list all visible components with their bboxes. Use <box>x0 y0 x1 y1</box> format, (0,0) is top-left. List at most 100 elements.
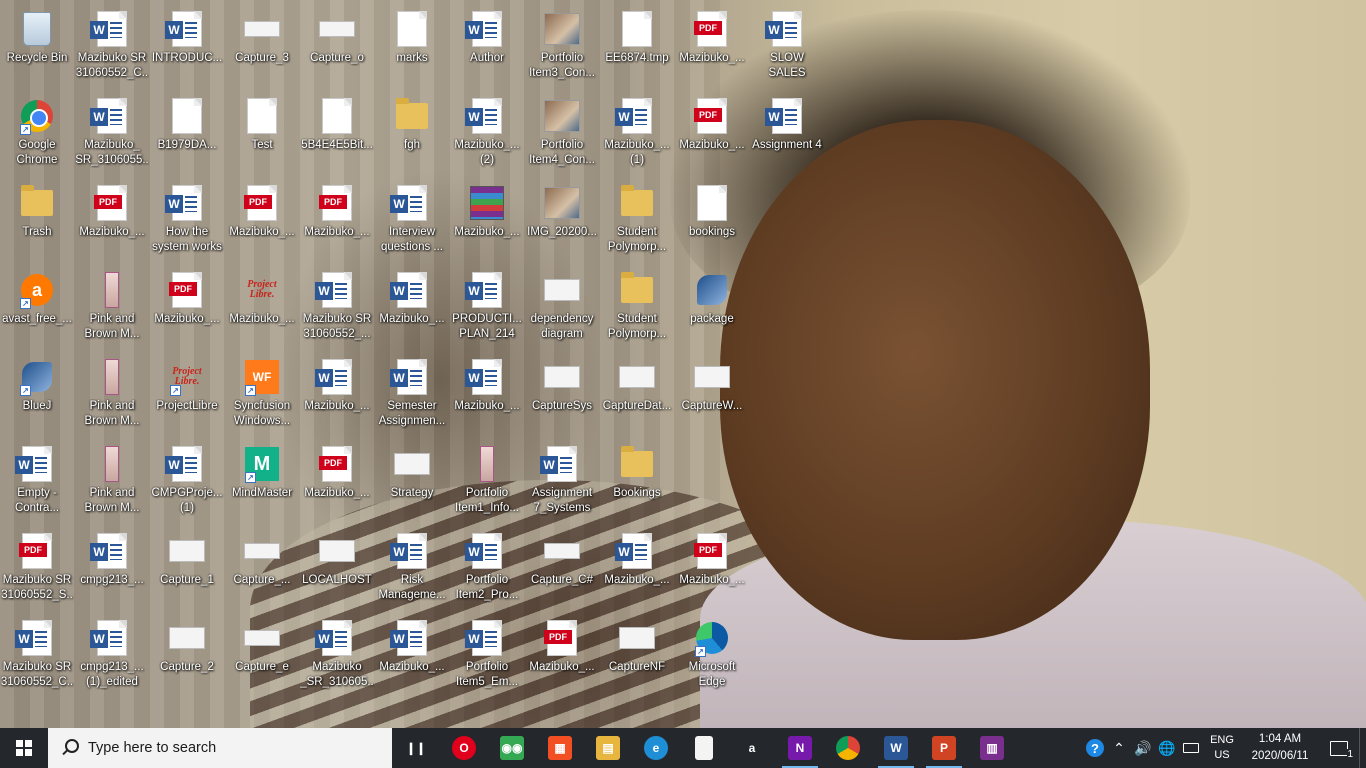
desktop-icon[interactable]: W Mazibuko _SR_310605... <box>300 613 374 699</box>
desktop-icon[interactable]: W Mazibuko SR 31060552_C... <box>0 613 74 699</box>
desktop-icon[interactable]: W INTRODUC... <box>150 4 224 90</box>
desktop-icon[interactable]: M ↗ MindMaster <box>225 439 299 525</box>
desktop-icon[interactable]: Trash <box>0 178 74 264</box>
desktop-icon[interactable]: a ↗ avast_free_... <box>0 265 74 351</box>
desktop-icon[interactable]: Wcmpg213_... (1)_edited <box>75 613 149 699</box>
desktop-icon[interactable]: PDF Mazibuko_... <box>225 178 299 264</box>
desktop-icon[interactable]: EE6874.tmp <box>600 4 674 90</box>
desktop-icon[interactable]: Capture_o <box>300 4 374 90</box>
taskbar-app-button[interactable] <box>824 728 872 768</box>
desktop-icon[interactable]: W Portfolio Item2_Pro... <box>450 526 524 612</box>
desktop-icon[interactable]: W Assignment 4 <box>750 91 824 177</box>
desktop-icon[interactable]: Capture_... <box>225 526 299 612</box>
battery-icon[interactable] <box>1179 728 1203 768</box>
taskbar-app-button[interactable]: a <box>728 728 776 768</box>
desktop-icon[interactable]: CaptureW... <box>675 352 749 438</box>
desktop-icon[interactable]: Mazibuko_... <box>450 178 524 264</box>
desktop-icon[interactable]: Capture_1 <box>150 526 224 612</box>
desktop-icon[interactable]: W Mazibuko_... (2) <box>450 91 524 177</box>
desktop-icon[interactable]: Capture_e <box>225 613 299 699</box>
desktop-icon[interactable]: Portfolio Item3_Con... <box>525 4 599 90</box>
desktop-icon[interactable]: Strategy <box>375 439 449 525</box>
desktop-icon[interactable]: PDF Mazibuko_... <box>300 178 374 264</box>
desktop-icon[interactable]: PDF Mazibuko_... <box>675 91 749 177</box>
desktop-icon[interactable]: CaptureNF <box>600 613 674 699</box>
desktop-icon[interactable]: fgh <box>375 91 449 177</box>
taskbar-app-button[interactable] <box>680 728 728 768</box>
taskbar-search-box[interactable]: Type here to search <box>48 728 392 768</box>
desktop-icon[interactable]: Test <box>225 91 299 177</box>
desktop-icon[interactable]: W Mazibuko_... <box>600 526 674 612</box>
desktop-icon[interactable]: marks <box>375 4 449 90</box>
desktop-icon[interactable]: CaptureSys <box>525 352 599 438</box>
desktop-icon[interactable]: W Mazibuko_... <box>300 352 374 438</box>
show-hidden-icons-chevron-icon[interactable]: ⌃ <box>1107 728 1131 768</box>
desktop-icon[interactable]: Pink and Brown M... <box>75 265 149 351</box>
desktop-icon[interactable]: Student Polymorp... <box>600 265 674 351</box>
taskbar-app-button[interactable]: ▥ <box>968 728 1016 768</box>
desktop-icon[interactable]: package <box>675 265 749 351</box>
desktop-icon[interactable]: W Mazibuko SR 31060552_C... <box>75 4 149 90</box>
desktop-icon[interactable]: Project Libre. ↗ ProjectLibre <box>150 352 224 438</box>
desktop-icon[interactable]: Student Polymorp... <box>600 178 674 264</box>
desktop-icon[interactable]: W How the system works <box>150 178 224 264</box>
desktop-icon[interactable]: Portfolio Item1_Info... <box>450 439 524 525</box>
desktop-icon[interactable]: W Risk Manageme... <box>375 526 449 612</box>
desktop-icon[interactable]: 5B4E4E5Bit... <box>300 91 374 177</box>
volume-icon[interactable]: 🔊 <box>1131 728 1155 768</box>
taskbar-app-button[interactable]: P <box>920 728 968 768</box>
desktop-icon[interactable]: IMG_20200... <box>525 178 599 264</box>
desktop-icon[interactable]: bookings <box>675 178 749 264</box>
desktop-icon[interactable]: W Mazibuko_... (1) <box>600 91 674 177</box>
desktop-icon[interactable]: CaptureDat... <box>600 352 674 438</box>
taskbar-clock[interactable]: 1:04 AM 2020/06/11 <box>1241 731 1319 765</box>
action-center-button[interactable]: 1 <box>1319 728 1359 768</box>
desktop-icon[interactable]: W Semester Assignmen... <box>375 352 449 438</box>
desktop-icon[interactable]: W Mazibuko_ SR_3106055... <box>75 91 149 177</box>
desktop-icon[interactable]: ↗ Microsoft Edge <box>675 613 749 699</box>
desktop-icon[interactable]: ↗ BlueJ <box>0 352 74 438</box>
desktop-icon[interactable]: Pink and Brown M... <box>75 439 149 525</box>
input-language-indicator[interactable]: ENG US <box>1203 733 1241 763</box>
desktop-icon[interactable]: Recycle Bin <box>0 4 74 90</box>
desktop-icon[interactable]: PDF Mazibuko_... <box>300 439 374 525</box>
taskbar-app-button[interactable]: N <box>776 728 824 768</box>
desktop-icon[interactable]: PDF Mazibuko_... <box>150 265 224 351</box>
desktop-icon[interactable]: W Assignment 7_Systems <box>525 439 599 525</box>
help-icon[interactable]: ? <box>1083 728 1107 768</box>
taskbar-app-button[interactable]: ▦ <box>536 728 584 768</box>
desktop-icon[interactable]: W Portfolio Item5_Em... <box>450 613 524 699</box>
taskbar-app-button[interactable]: ▤ <box>584 728 632 768</box>
desktop-icon[interactable]: W Mazibuko_... <box>375 265 449 351</box>
desktop-icon[interactable]: W SLOW SALES <box>750 4 824 90</box>
show-desktop-button[interactable] <box>1359 728 1366 768</box>
desktop-icon[interactable]: Pink and Brown M... <box>75 352 149 438</box>
desktop-icon[interactable]: W Mazibuko_... <box>375 613 449 699</box>
desktop-icon[interactable]: B1979DA... <box>150 91 224 177</box>
desktop-icon[interactable]: PDF Mazibuko_... <box>675 526 749 612</box>
desktop-icon[interactable]: dependency diagram <box>525 265 599 351</box>
taskbar-app-button[interactable]: ◉◉ <box>488 728 536 768</box>
desktop-icon[interactable]: W Author <box>450 4 524 90</box>
desktop-background[interactable]: Recycle Bin ↗ Google Chrome Trash a ↗ avast_fr… <box>0 0 1366 728</box>
desktop-icon[interactable]: W CMPGProje... (1) <box>150 439 224 525</box>
desktop-icon[interactable]: PDF Mazibuko_... <box>525 613 599 699</box>
desktop-icon[interactable]: W Interview questions ... <box>375 178 449 264</box>
taskbar-app-button[interactable]: W <box>872 728 920 768</box>
desktop-icon[interactable]: Project Libre. Mazibuko_... <box>225 265 299 351</box>
desktop-icon[interactable]: PDF Mazibuko_... <box>75 178 149 264</box>
desktop-icon[interactable]: ↗ Google Chrome <box>0 91 74 177</box>
desktop-icon[interactable]: Wcmpg213_... <box>75 526 149 612</box>
taskbar-app-button[interactable]: O <box>440 728 488 768</box>
network-globe-icon[interactable]: 🌐 <box>1155 728 1179 768</box>
desktop-icon[interactable]: Capture_2 <box>150 613 224 699</box>
desktop-icon[interactable]: PDF Mazibuko_... <box>675 4 749 90</box>
desktop-icon[interactable]: W Mazibuko_... <box>450 352 524 438</box>
desktop-icon[interactable]: Portfolio Item4_Con... <box>525 91 599 177</box>
desktop-icon[interactable]: W Empty - Contra... <box>0 439 74 525</box>
desktop-icon[interactable]: WF ↗ Syncfusion Windows... <box>225 352 299 438</box>
desktop-icon[interactable]: Capture_C# <box>525 526 599 612</box>
desktop-icon[interactable]: Bookings <box>600 439 674 525</box>
desktop-icon[interactable]: PDF Mazibuko SR 31060552_S... <box>0 526 74 612</box>
desktop-icon[interactable]: Capture_3 <box>225 4 299 90</box>
